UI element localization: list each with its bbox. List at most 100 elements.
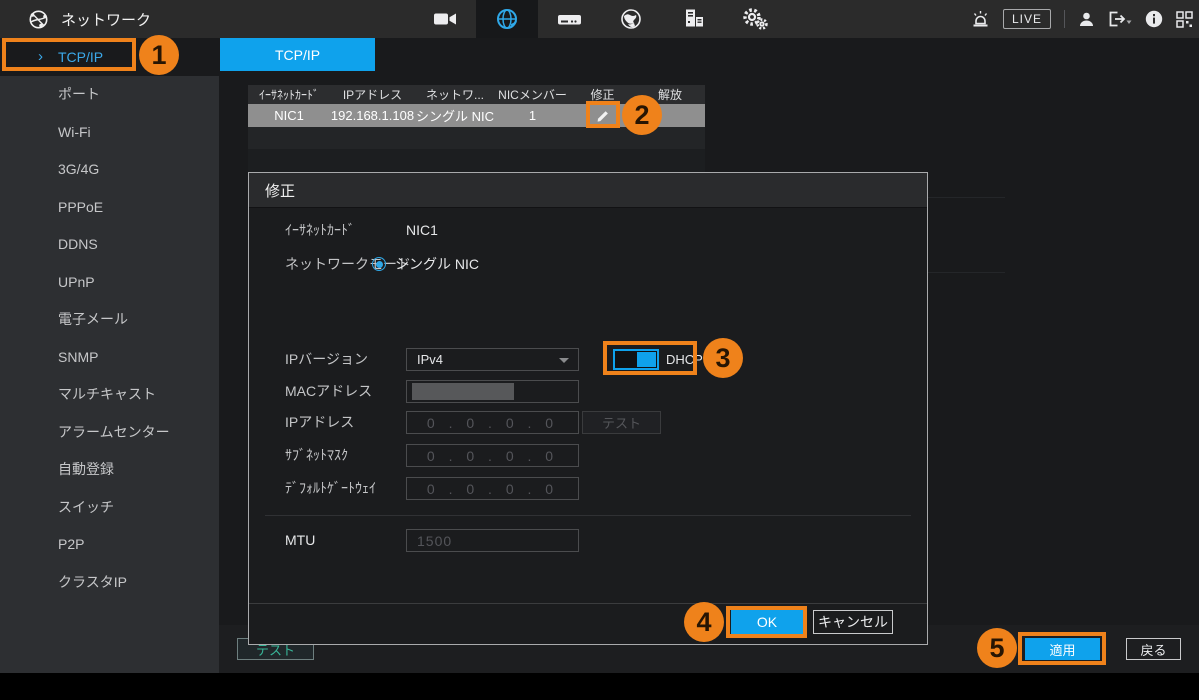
- screen: ネットワーク: [0, 0, 1199, 700]
- sidebar-item-upnp[interactable]: UPnP: [0, 263, 219, 301]
- network-logo-icon: [28, 9, 49, 30]
- dialog-title: 修正: [249, 173, 927, 208]
- dialog-footer-divider: [249, 603, 927, 604]
- dhcp-label: DHCP: [666, 348, 703, 371]
- ip-version-label: IPバージョン: [285, 348, 368, 371]
- nav-network[interactable]: [476, 0, 538, 38]
- col-network-mode: ネットワ...: [415, 86, 495, 103]
- back-button[interactable]: 戻る: [1126, 638, 1181, 660]
- nav-security[interactable]: [600, 0, 662, 38]
- sidebar-item-wifi[interactable]: Wi-Fi: [0, 113, 219, 151]
- sidebar-item-multicast[interactable]: マルチキャスト: [0, 376, 219, 414]
- sidebar-item-snmp[interactable]: SNMP: [0, 338, 219, 376]
- chevron-right-icon: ›: [38, 48, 43, 65]
- default-gateway-field[interactable]: 0 . 0 . 0 . 0: [406, 477, 579, 500]
- nav-storage[interactable]: [538, 0, 600, 38]
- nav-system[interactable]: [662, 0, 724, 38]
- alarm-icon[interactable]: [971, 10, 990, 29]
- subnet-mask-field[interactable]: 0 . 0 . 0 . 0: [406, 444, 579, 467]
- ip-version-value: IPv4: [417, 352, 443, 367]
- col-ethernet-card: ｲｰｻﾈｯﾄｶｰﾄﾞ: [248, 86, 330, 103]
- live-button[interactable]: LIVE: [1003, 9, 1051, 29]
- dhcp-toggle[interactable]: [613, 349, 659, 370]
- ethernet-card-value: NIC1: [406, 219, 438, 242]
- single-nic-radio[interactable]: [372, 257, 386, 271]
- mac-address-row: MACアドレス: [249, 380, 927, 403]
- mtu-label: MTU: [285, 529, 315, 552]
- info-icon[interactable]: [1145, 10, 1163, 28]
- nic-member-value: 1: [495, 108, 570, 123]
- ethernet-card-label: ｲｰｻﾈｯﾄｶｰﾄﾞ: [285, 219, 355, 242]
- storage-icon: [557, 11, 582, 28]
- nav-settings[interactable]: [724, 0, 786, 38]
- settings-gears-icon: [742, 7, 768, 31]
- logout-icon[interactable]: [1108, 11, 1132, 27]
- network-mode-label: ネットワークモード: [285, 253, 411, 276]
- default-gateway-row: ﾃﾞﾌｫﾙﾄｹﾞｰﾄｳｪｲ 0 . 0 . 0 . 0: [249, 477, 927, 500]
- ip-address-field[interactable]: 0 . 0 . 0 . 0: [406, 411, 579, 434]
- mtu-field[interactable]: 1500: [406, 529, 579, 552]
- ip-address-row: IPアドレス 0 . 0 . 0 . 0 テスト: [249, 411, 927, 434]
- table-row-empty: [248, 149, 705, 172]
- nic-mode-value: シングル NIC: [415, 106, 495, 125]
- sidebar-item-email[interactable]: 電子メール: [0, 301, 219, 339]
- page-title: ネットワーク: [61, 9, 151, 30]
- nic-card-value: NIC1: [248, 108, 330, 123]
- edit-dialog: 修正 ｲｰｻﾈｯﾄｶｰﾄﾞ NIC1 ネットワークモード シングル NIC IP…: [248, 172, 928, 645]
- sidebar-item-3g4g[interactable]: 3G/4G: [0, 151, 219, 189]
- network-mode-row: ネットワークモード シングル NIC: [249, 253, 927, 276]
- sidebar-item-auto-register[interactable]: 自動登録: [0, 451, 219, 489]
- mac-address-label: MACアドレス: [285, 380, 372, 403]
- col-ip-address: IPアドレス: [330, 86, 415, 103]
- sidebar-item-cluster-ip[interactable]: クラスタIP: [0, 563, 219, 601]
- ethernet-card-row: ｲｰｻﾈｯﾄｶｰﾄﾞ NIC1: [249, 219, 927, 242]
- qrcode-icon[interactable]: [1176, 11, 1193, 28]
- section-divider: [265, 515, 911, 516]
- nic-table: ｲｰｻﾈｯﾄｶｰﾄﾞ IPアドレス ネットワ... NICメンバー 修正 解放 …: [248, 85, 705, 172]
- table-row-nic1[interactable]: NIC1 192.168.1.108 シングル NIC 1: [248, 104, 705, 127]
- camera-icon: [433, 10, 457, 28]
- ip-test-button[interactable]: テスト: [582, 411, 661, 434]
- pencil-icon: [595, 108, 611, 124]
- sidebar-item-ddns[interactable]: DDNS: [0, 226, 219, 264]
- ip-version-select[interactable]: IPv4: [406, 348, 579, 371]
- sidebar-item-alarm-center[interactable]: アラームセンター: [0, 413, 219, 451]
- cancel-button[interactable]: キャンセル: [813, 610, 893, 634]
- sidebar-item-port[interactable]: ポート: [0, 76, 219, 114]
- ip-address-label: IPアドレス: [285, 411, 354, 434]
- background-divider: [920, 197, 1005, 198]
- network-globe-icon: [495, 7, 519, 31]
- nic-ip-value: 192.168.1.108: [330, 108, 415, 123]
- main-nav: [414, 0, 786, 38]
- mac-address-field[interactable]: [406, 380, 579, 403]
- table-header-row: ｲｰｻﾈｯﾄｶｰﾄﾞ IPアドレス ネットワ... NICメンバー 修正 解放: [248, 85, 705, 104]
- ok-button[interactable]: OK: [731, 610, 803, 634]
- sidebar-item-p2p[interactable]: P2P: [0, 526, 219, 564]
- apply-button[interactable]: 適用: [1025, 638, 1100, 660]
- redacted-value: [412, 383, 514, 400]
- tab-tcpip[interactable]: TCP/IP: [220, 38, 375, 71]
- security-globe-icon: [620, 8, 642, 30]
- col-unbind: 解放: [635, 86, 705, 103]
- col-edit: 修正: [570, 86, 635, 103]
- sidebar-item-tcpip[interactable]: › TCP/IP: [0, 38, 219, 76]
- subnet-mask-label: ｻﾌﾞﾈｯﾄﾏｽｸ: [285, 444, 348, 467]
- mtu-row: MTU 1500: [249, 529, 927, 552]
- nav-camera[interactable]: [414, 0, 476, 38]
- titlebar-actions: LIVE: [971, 0, 1193, 38]
- ip-version-row: IPバージョン IPv4 DHCP: [249, 348, 927, 371]
- background-divider: [920, 272, 1005, 273]
- subnet-mask-row: ｻﾌﾞﾈｯﾄﾏｽｸ 0 . 0 . 0 . 0: [249, 444, 927, 467]
- edit-nic-button[interactable]: [570, 108, 635, 124]
- divider: [1064, 10, 1065, 28]
- single-nic-option-label: シングル NIC: [395, 253, 479, 276]
- user-icon[interactable]: [1078, 11, 1095, 28]
- default-gateway-label: ﾃﾞﾌｫﾙﾄｹﾞｰﾄｳｪｲ: [285, 477, 376, 500]
- sidebar-item-pppoe[interactable]: PPPoE: [0, 188, 219, 226]
- table-row-empty: [248, 127, 705, 149]
- system-icon: [682, 8, 704, 30]
- sidebar-item-switch[interactable]: スイッチ: [0, 488, 219, 526]
- col-nic-member: NICメンバー: [495, 86, 570, 103]
- titlebar: ネットワーク: [0, 0, 1199, 38]
- chevron-down-icon: [559, 358, 569, 363]
